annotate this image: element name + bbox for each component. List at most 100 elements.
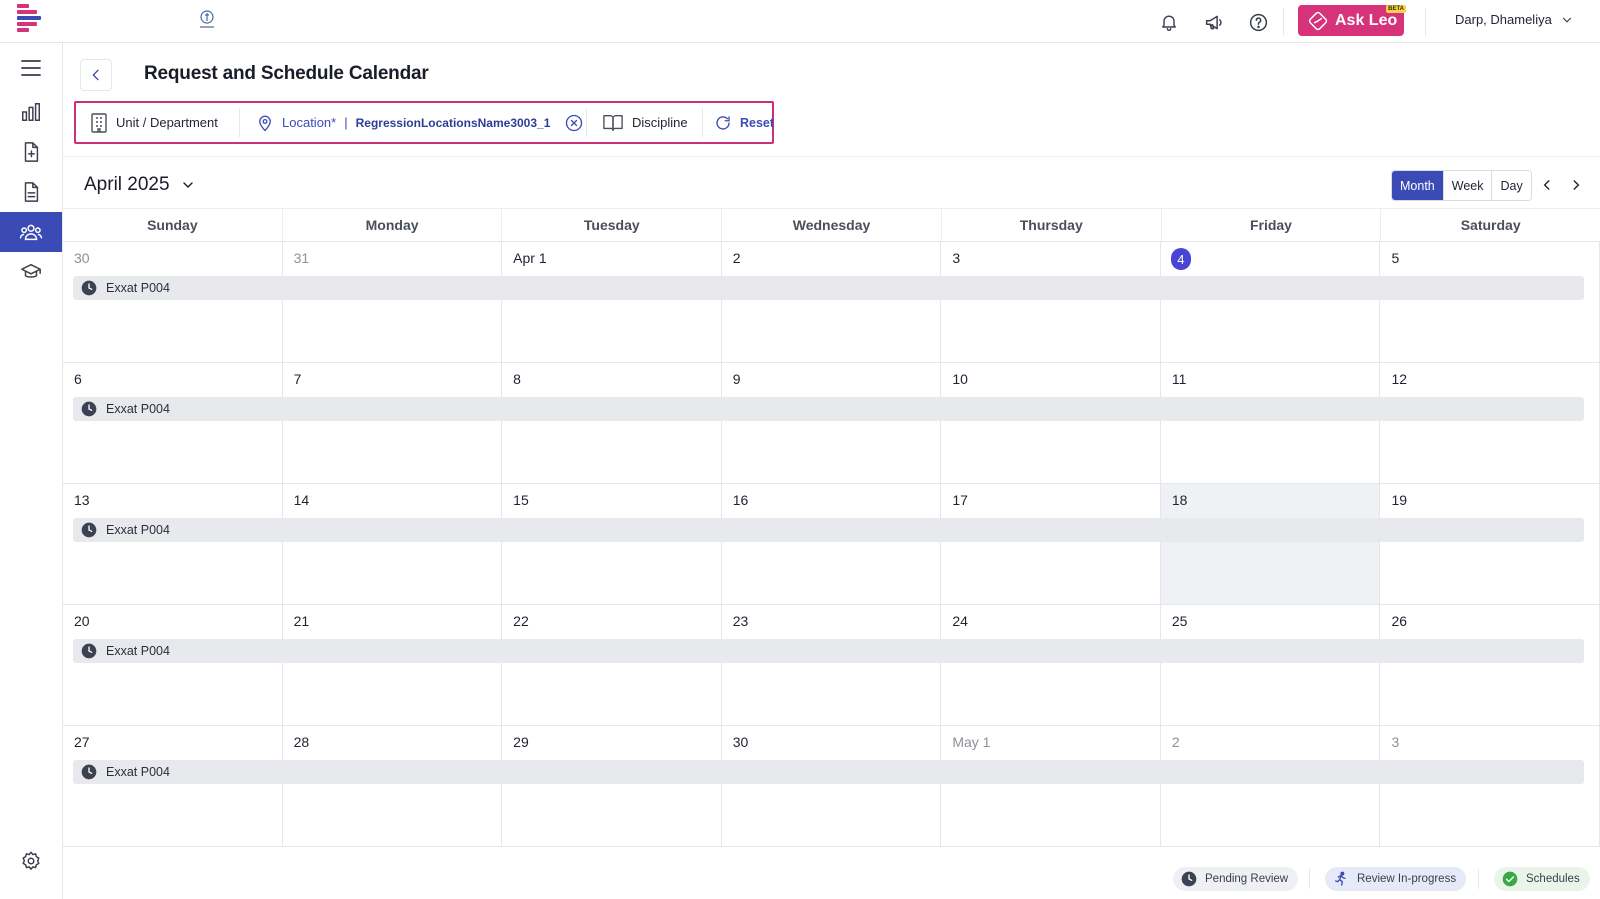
calendar-week: 27 28 29 30 May 1 2 3 Exxat P004 [63,726,1600,847]
location-separator: | [344,115,348,130]
book-icon [602,113,624,133]
calendar-day-cell[interactable]: 14 [283,484,503,604]
date-number: 20 [74,613,90,629]
calendar-day-cell[interactable]: 17 [941,484,1161,604]
calendar-week: 6 7 8 9 10 11 12 Exxat P004 [63,363,1600,484]
calendar-day-cell[interactable]: 11 [1161,363,1381,483]
legend-schedules: Schedules [1494,867,1590,891]
calendar-day-cell[interactable]: 12 [1380,363,1600,483]
date-number: 3 [1391,734,1400,750]
calendar-day-cell[interactable]: 23 [722,605,942,725]
settings-icon[interactable] [0,841,62,881]
add-document-icon[interactable] [0,132,62,172]
event-bar[interactable]: Exxat P004 [73,760,1584,784]
date-number: 8 [513,371,521,387]
page-title: Request and Schedule Calendar [144,63,429,84]
calendar-day-cell[interactable]: 7 [283,363,503,483]
filter-divider [702,108,703,137]
weekday-label: Tuesday [502,209,723,241]
document-icon[interactable] [0,172,62,212]
day-view-button[interactable]: Day [1492,171,1531,200]
event-bar[interactable]: Exxat P004 [73,518,1584,542]
date-number: 7 [293,371,302,387]
date-number: 18 [1171,492,1188,508]
chevron-down-icon [180,177,196,193]
calendar-day-cell[interactable]: 20 [63,605,283,725]
calendar-day-cell[interactable]: May 1 [941,726,1161,846]
menu-icon[interactable] [0,48,62,88]
megaphone-icon[interactable] [1202,10,1226,34]
calendar-day-cell[interactable]: 10 [941,363,1161,483]
calendar-day-cell[interactable]: 25 [1161,605,1381,725]
reset-label: Reset [740,115,775,130]
unit-department-filter[interactable]: Unit / Department [90,107,218,138]
month-view-button[interactable]: Month [1392,171,1444,200]
calendar-week: 30 31 Apr 1 2 3 4 5 Exxat P004 [63,242,1600,363]
ask-leo-button[interactable]: Ask Leo BETA [1298,5,1406,36]
calendar-day-cell[interactable]: Apr 1 [502,242,722,362]
calendar-day-cell[interactable]: 29 [502,726,722,846]
graduation-cap-icon[interactable] [0,252,62,292]
calendar-day-cell[interactable]: 30 [63,242,283,362]
calendar-day-cell[interactable]: 13 [63,484,283,604]
reset-filters-button[interactable]: Reset [714,107,774,138]
calendar-day-cell[interactable]: 5 [1380,242,1600,362]
calendar-day-cell[interactable]: 24 [941,605,1161,725]
weekday-header: Sunday Monday Tuesday Wednesday Thursday… [63,208,1600,242]
calendar-day-cell[interactable]: 8 [502,363,722,483]
app-logo[interactable] [15,4,43,36]
month-label: April 2025 [84,174,170,195]
calendar-day-cell[interactable]: 3 [1380,726,1600,846]
date-number: 24 [952,613,968,629]
date-number: 22 [513,613,529,629]
calendar-day-cell[interactable]: 18 [1160,484,1381,604]
calendar-day-cell[interactable]: 16 [722,484,942,604]
calendar-day-cell[interactable]: 21 [283,605,503,725]
calendar-day-cell[interactable]: 6 [63,363,283,483]
calendar-day-cell[interactable]: 4 [1161,242,1381,362]
clear-location-icon[interactable] [564,113,584,133]
location-filter[interactable]: Location* | RegressionLocationsName3003_… [256,107,584,138]
calendar-day-cell[interactable]: 9 [722,363,942,483]
calendar-day-cell[interactable]: 3 [941,242,1161,362]
building-icon [90,112,108,133]
weekday-label: Sunday [63,209,283,241]
calendar-day-cell[interactable]: 26 [1380,605,1600,725]
calendar-day-cell[interactable]: 30 [722,726,942,846]
analytics-icon[interactable] [0,92,62,132]
event-label: Exxat P004 [106,281,170,295]
calendar-day-cell[interactable]: 15 [502,484,722,604]
date-number: 31 [293,250,310,266]
calendar-day-cell[interactable]: 22 [502,605,722,725]
calendar-day-cell[interactable]: 2 [1161,726,1381,846]
calendar-day-cell[interactable]: 31 [283,242,503,362]
event-bar[interactable]: Exxat P004 [73,397,1584,421]
ask-leo-label: Ask Leo [1335,11,1398,29]
discipline-filter[interactable]: Discipline [602,107,688,138]
week-view-button[interactable]: Week [1443,171,1493,200]
date-number: 11 [1171,371,1187,387]
view-toggle: Month Week Day [1391,170,1532,201]
calendar-day-cell[interactable]: 2 [722,242,942,362]
user-menu[interactable]: Darp, Dhameliya [1455,12,1574,27]
calendar-day-cell[interactable]: 19 [1380,484,1600,604]
month-selector[interactable]: April 2025 [84,174,196,196]
calendar-week: 13 14 15 16 17 18 19 Exxat P004 [63,484,1600,605]
running-person-icon [1333,871,1349,887]
calendar-day-cell[interactable]: 27 [63,726,283,846]
back-button[interactable] [80,59,112,91]
previous-month-button[interactable] [1537,175,1557,195]
sidebar [0,43,63,899]
calendar-day-cell[interactable]: 28 [283,726,503,846]
event-label: Exxat P004 [106,765,170,779]
event-label: Exxat P004 [106,644,170,658]
people-icon[interactable] [0,212,62,252]
event-bar[interactable]: Exxat P004 [73,639,1584,663]
date-number: 2 [732,250,741,266]
event-bar[interactable]: Exxat P004 [73,276,1584,300]
date-number: 13 [74,492,90,508]
help-icon[interactable] [1246,10,1270,34]
bell-icon[interactable] [1157,10,1181,34]
legend-label: Pending Review [1205,873,1289,885]
next-month-button[interactable] [1566,175,1586,195]
